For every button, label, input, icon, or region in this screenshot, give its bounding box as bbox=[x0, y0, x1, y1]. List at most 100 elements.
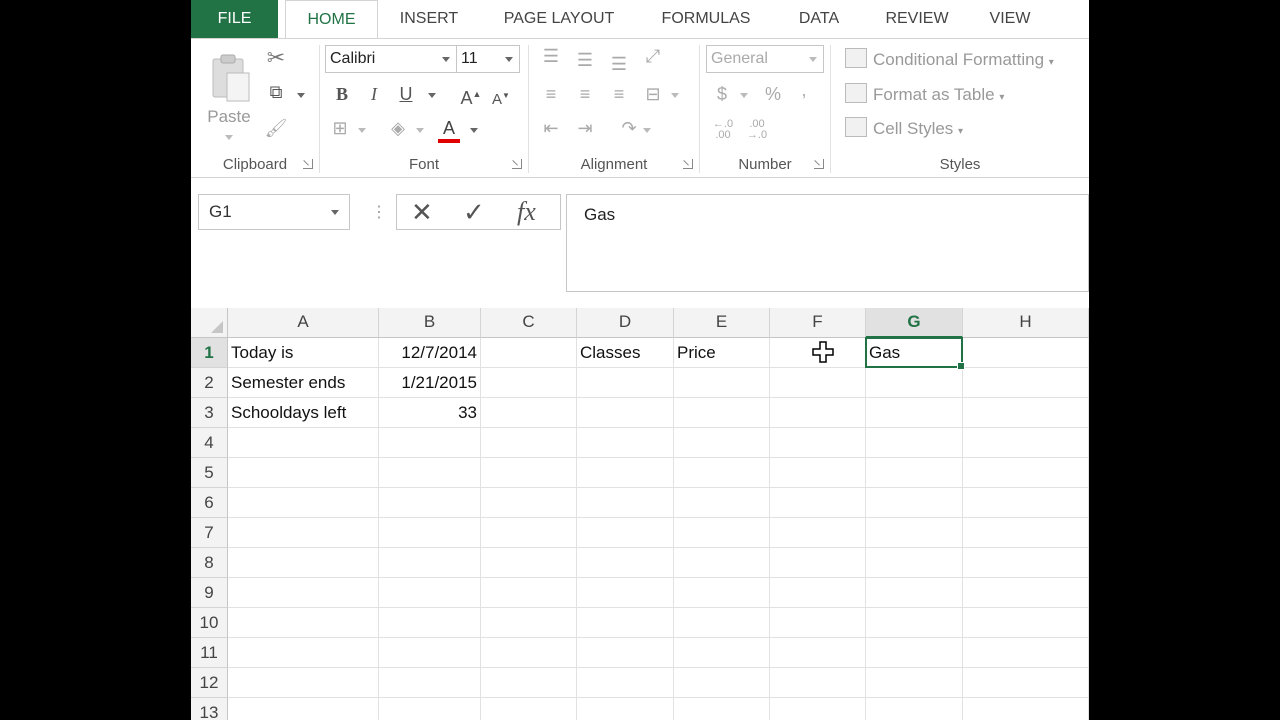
cell-g4[interactable] bbox=[866, 428, 963, 458]
cell-c3[interactable] bbox=[481, 398, 577, 428]
cell-a6[interactable] bbox=[228, 488, 379, 518]
orientation-icon[interactable]: ⤢ bbox=[641, 45, 665, 67]
cell-a12[interactable] bbox=[228, 668, 379, 698]
format-painter-icon[interactable]: 🖌 bbox=[261, 117, 291, 139]
merge-center-icon[interactable]: ⊟ bbox=[641, 83, 665, 105]
cell-f4[interactable] bbox=[770, 428, 866, 458]
cell-b1[interactable]: 12/7/2014 bbox=[379, 338, 481, 368]
clipboard-launcher-icon[interactable] bbox=[303, 159, 313, 169]
tab-formulas[interactable]: FORMULAS bbox=[651, 0, 761, 38]
cell-a13[interactable] bbox=[228, 698, 379, 720]
column-header-f[interactable]: F bbox=[770, 308, 866, 338]
cell-h1[interactable] bbox=[963, 338, 1089, 368]
cell-g13[interactable] bbox=[866, 698, 963, 720]
enter-icon[interactable]: ✓ bbox=[463, 195, 485, 229]
cell-c7[interactable] bbox=[481, 518, 577, 548]
comma-button[interactable]: , bbox=[796, 79, 812, 101]
tab-file[interactable]: FILE bbox=[191, 0, 278, 38]
column-header-e[interactable]: E bbox=[674, 308, 770, 338]
cell-styles-button[interactable]: Cell Styles ▾ bbox=[845, 117, 963, 141]
cell-a8[interactable] bbox=[228, 548, 379, 578]
percent-button[interactable]: % bbox=[762, 83, 784, 105]
font-color-dropdown-icon[interactable] bbox=[470, 128, 478, 133]
increase-decimal-icon[interactable]: ←.0.00 bbox=[710, 119, 736, 141]
cell-g1[interactable]: Gas bbox=[866, 338, 963, 368]
cell-h4[interactable] bbox=[963, 428, 1089, 458]
cell-a5[interactable] bbox=[228, 458, 379, 488]
align-center-icon[interactable]: ≡ bbox=[573, 83, 597, 105]
increase-indent-icon[interactable]: ⇥ bbox=[573, 117, 597, 139]
column-header-g[interactable]: G bbox=[866, 308, 963, 338]
cut-icon[interactable]: ✂ bbox=[261, 47, 291, 69]
cell-e9[interactable] bbox=[674, 578, 770, 608]
cell-a10[interactable] bbox=[228, 608, 379, 638]
font-name-select[interactable]: Calibri bbox=[325, 45, 457, 73]
cell-d12[interactable] bbox=[577, 668, 674, 698]
cell-h8[interactable] bbox=[963, 548, 1089, 578]
cell-b12[interactable] bbox=[379, 668, 481, 698]
fill-color-dropdown-icon[interactable] bbox=[416, 128, 424, 133]
formula-input[interactable]: Gas bbox=[566, 194, 1089, 292]
cell-e4[interactable] bbox=[674, 428, 770, 458]
cell-d13[interactable] bbox=[577, 698, 674, 720]
row-header-6[interactable]: 6 bbox=[191, 488, 228, 518]
cell-g9[interactable] bbox=[866, 578, 963, 608]
cell-c6[interactable] bbox=[481, 488, 577, 518]
row-header-8[interactable]: 8 bbox=[191, 548, 228, 578]
cell-c9[interactable] bbox=[481, 578, 577, 608]
cell-h13[interactable] bbox=[963, 698, 1089, 720]
insert-function-icon[interactable]: fx bbox=[517, 195, 536, 229]
row-header-5[interactable]: 5 bbox=[191, 458, 228, 488]
underline-dropdown-icon[interactable] bbox=[428, 93, 436, 98]
row-header-11[interactable]: 11 bbox=[191, 638, 228, 668]
cell-e8[interactable] bbox=[674, 548, 770, 578]
cell-e10[interactable] bbox=[674, 608, 770, 638]
font-color-button[interactable]: A bbox=[436, 117, 462, 143]
row-header-4[interactable]: 4 bbox=[191, 428, 228, 458]
cell-d2[interactable] bbox=[577, 368, 674, 398]
cell-g7[interactable] bbox=[866, 518, 963, 548]
decrease-font-size-icon[interactable]: A▼ bbox=[490, 85, 512, 111]
alignment-launcher-icon[interactable] bbox=[683, 159, 693, 169]
cell-f7[interactable] bbox=[770, 518, 866, 548]
bold-button[interactable]: B bbox=[332, 83, 352, 105]
cell-f11[interactable] bbox=[770, 638, 866, 668]
cell-d8[interactable] bbox=[577, 548, 674, 578]
cell-c10[interactable] bbox=[481, 608, 577, 638]
cell-d10[interactable] bbox=[577, 608, 674, 638]
cell-e11[interactable] bbox=[674, 638, 770, 668]
underline-button[interactable]: U bbox=[396, 83, 416, 105]
row-header-7[interactable]: 7 bbox=[191, 518, 228, 548]
cell-a1[interactable]: Today is bbox=[228, 338, 379, 368]
row-header-1[interactable]: 1 bbox=[191, 338, 228, 368]
cell-a2[interactable]: Semester ends bbox=[228, 368, 379, 398]
currency-button[interactable]: $ bbox=[712, 83, 732, 105]
number-format-select[interactable]: General bbox=[706, 45, 824, 73]
cell-g3[interactable] bbox=[866, 398, 963, 428]
cell-a11[interactable] bbox=[228, 638, 379, 668]
cell-b4[interactable] bbox=[379, 428, 481, 458]
format-as-table-button[interactable]: Format as Table ▾ bbox=[845, 83, 1004, 107]
italic-button[interactable]: I bbox=[364, 83, 384, 105]
cell-h7[interactable] bbox=[963, 518, 1089, 548]
column-header-d[interactable]: D bbox=[577, 308, 674, 338]
cell-c13[interactable] bbox=[481, 698, 577, 720]
cell-f8[interactable] bbox=[770, 548, 866, 578]
align-right-icon[interactable]: ≡ bbox=[607, 83, 631, 105]
tab-view[interactable]: VIEW bbox=[981, 0, 1039, 38]
cell-a3[interactable]: Schooldays left bbox=[228, 398, 379, 428]
cell-c1[interactable] bbox=[481, 338, 577, 368]
cell-b11[interactable] bbox=[379, 638, 481, 668]
font-size-select[interactable]: 11 bbox=[456, 45, 520, 73]
number-launcher-icon[interactable] bbox=[814, 159, 824, 169]
cell-d4[interactable] bbox=[577, 428, 674, 458]
cancel-icon[interactable]: ✕ bbox=[411, 195, 433, 229]
cell-b2[interactable]: 1/21/2015 bbox=[379, 368, 481, 398]
cell-h6[interactable] bbox=[963, 488, 1089, 518]
name-box[interactable]: G1 bbox=[198, 194, 350, 230]
tab-insert[interactable]: INSERT bbox=[385, 0, 473, 38]
cell-f6[interactable] bbox=[770, 488, 866, 518]
top-align-icon[interactable]: ☰ bbox=[539, 45, 563, 67]
cell-g6[interactable] bbox=[866, 488, 963, 518]
decrease-indent-icon[interactable]: ⇤ bbox=[539, 117, 563, 139]
